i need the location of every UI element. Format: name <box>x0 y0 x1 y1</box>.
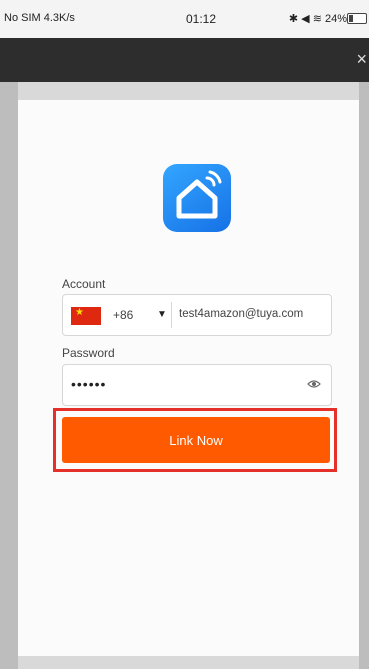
password-input[interactable]: •••••• <box>62 364 332 406</box>
status-icons: ✱ ◀ ≋ 24% <box>288 13 347 25</box>
link-now-button[interactable]: Link Now <box>62 417 330 463</box>
status-time: 01:12 <box>186 12 217 26</box>
account-value[interactable]: test4amazon@tuya.com <box>179 308 303 320</box>
battery-icon <box>347 13 367 24</box>
account-label: Account <box>62 277 106 291</box>
status-carrier: No SIM 4.3K/s <box>4 12 75 24</box>
china-flag-icon[interactable]: ★ <box>71 307 101 325</box>
dropdown-caret-icon[interactable]: ▼ <box>157 309 167 320</box>
account-input[interactable]: ★ +86 ▼ test4amazon@tuya.com <box>62 294 332 336</box>
app-logo-icon <box>163 164 231 232</box>
password-label: Password <box>62 346 115 360</box>
field-divider <box>171 302 172 328</box>
home-icon <box>176 170 222 219</box>
status-bar: No SIM 4.3K/s 01:12 ✱ ◀ ≋ 24% <box>0 0 369 38</box>
eye-icon[interactable] <box>307 379 321 389</box>
battery-percent: 24% <box>324 13 347 25</box>
password-value[interactable]: •••••• <box>71 376 106 392</box>
country-code[interactable]: +86 <box>113 308 133 322</box>
dimmed-left-edge <box>0 82 18 669</box>
dimmed-right-edge <box>359 82 369 669</box>
dimmed-header <box>0 38 369 82</box>
close-icon[interactable]: × <box>356 49 367 70</box>
